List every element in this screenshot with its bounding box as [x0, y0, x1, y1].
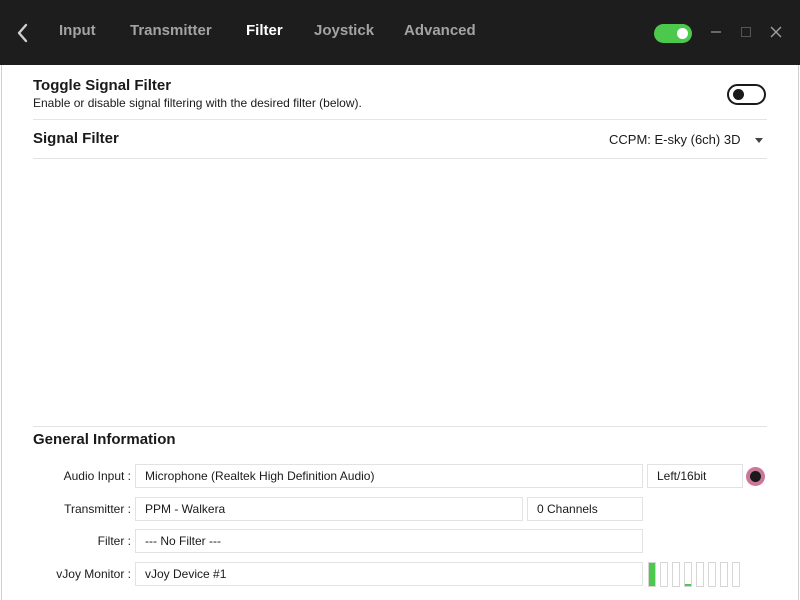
back-arrow-icon[interactable] — [12, 20, 34, 46]
chevron-down-icon — [755, 138, 763, 143]
maximize-icon[interactable] — [736, 22, 756, 42]
record-dot — [750, 471, 761, 482]
vjoy-channel-level — [685, 584, 691, 586]
audio-input-label: Audio Input : — [63, 469, 131, 483]
vjoy-channel-bar — [648, 562, 656, 587]
vjoy-monitor-label: vJoy Monitor : — [56, 567, 131, 581]
transmitter-label: Transmitter : — [64, 502, 131, 516]
divider — [33, 119, 767, 120]
signal-filter-title: Signal Filter — [33, 130, 119, 147]
vjoy-channel-bar — [732, 562, 740, 587]
vjoy-channel-bar — [684, 562, 692, 587]
tab-transmitter[interactable]: Transmitter — [130, 22, 212, 39]
vjoy-device-field[interactable]: vJoy Device #1 — [135, 562, 643, 586]
signal-filter-toggle-switch[interactable] — [727, 84, 766, 105]
divider — [33, 158, 767, 159]
close-icon[interactable] — [766, 22, 786, 42]
divider — [33, 426, 767, 427]
audio-input-field[interactable]: Microphone (Realtek High Definition Audi… — [135, 464, 643, 488]
channels-field[interactable]: 0 Channels — [527, 497, 643, 521]
tab-input[interactable]: Input — [59, 22, 96, 39]
vjoy-channel-bar — [720, 562, 728, 587]
general-information-title: General Information — [33, 431, 176, 448]
vjoy-channel-bar — [660, 562, 668, 587]
minimize-icon[interactable] — [706, 22, 726, 42]
toggle-knob — [677, 28, 688, 39]
tab-joystick[interactable]: Joystick — [314, 22, 374, 39]
signal-filter-dropdown[interactable]: CCPM: E-sky (6ch) 3D — [600, 129, 768, 151]
toggle-filter-title: Toggle Signal Filter — [33, 77, 172, 94]
transmitter-field[interactable]: PPM - Walkera — [135, 497, 523, 521]
tab-filter[interactable]: Filter — [246, 22, 283, 39]
toggle-filter-description: Enable or disable signal filtering with … — [33, 96, 362, 110]
filter-field[interactable]: --- No Filter --- — [135, 529, 643, 553]
vjoy-channel-bar — [696, 562, 704, 587]
signal-filter-selected: CCPM: E-sky (6ch) 3D — [609, 132, 741, 147]
filter-label: Filter : — [97, 534, 131, 548]
title-bar: Input Transmitter Filter Joystick Advanc… — [0, 0, 800, 65]
vjoy-channel-bar — [708, 562, 716, 587]
vjoy-channel-level — [649, 563, 655, 586]
vjoy-channel-bar — [672, 562, 680, 587]
tab-advanced[interactable]: Advanced — [404, 22, 476, 39]
toggle-knob — [733, 89, 744, 100]
titlebar-toggle-switch[interactable] — [654, 24, 692, 43]
record-icon[interactable] — [746, 467, 765, 486]
audio-format-field[interactable]: Left/16bit — [647, 464, 743, 488]
